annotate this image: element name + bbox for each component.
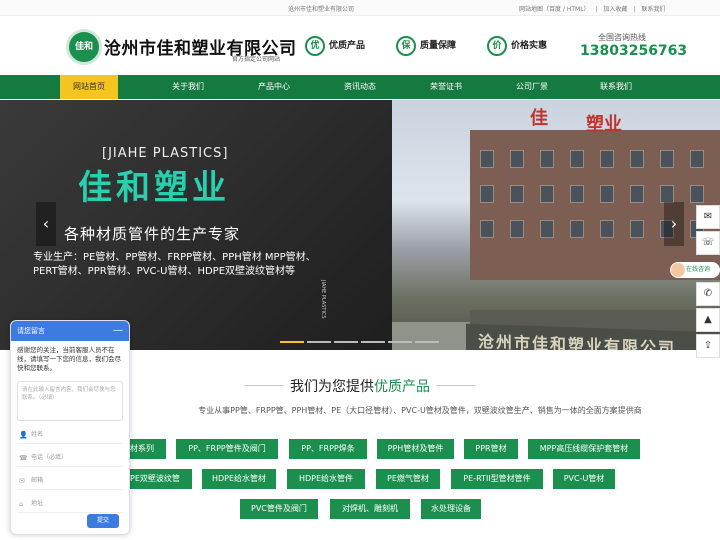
wechat-icon[interactable]: ☏: [696, 231, 720, 255]
top-divider: |: [595, 6, 598, 13]
product-tag[interactable]: HDPE给水管材: [202, 469, 276, 489]
product-tag[interactable]: 水处理设备: [421, 499, 481, 519]
submit-button[interactable]: 提交: [87, 514, 119, 528]
banner-desc: 专业生产：PE管材、PP管材、FRPP管材、PPH管材 MPP管材、PERT管材…: [33, 252, 316, 277]
banner-slogan: 各种材质管件的生产专家: [64, 225, 241, 243]
product-tag[interactable]: PPH管材及管件: [377, 439, 454, 459]
name-field[interactable]: 👤 姓名: [17, 426, 123, 444]
roof-sign-2: 塑业: [586, 114, 622, 135]
roof-sign-1: 佳: [530, 108, 548, 129]
banner-prev-button[interactable]: ‹: [36, 202, 56, 246]
product-tag[interactable]: PP、FRPP管件及阀门: [176, 439, 278, 459]
hotline-number: 13803256763: [580, 43, 688, 59]
sitemap-link[interactable]: 网站地图（百度 / HTML）: [519, 6, 590, 13]
avatar: [671, 263, 685, 277]
product-tag[interactable]: PE-RTII型管材管件: [451, 469, 543, 489]
user-icon: 👤: [19, 431, 28, 439]
phone-icon[interactable]: ✆: [696, 282, 720, 306]
top-bar: 沧州市佳和塑业有限公司 网站地图（百度 / HTML） | 加入收藏 | 联系我…: [0, 0, 720, 16]
logo-icon[interactable]: 佳和: [66, 29, 102, 65]
phone-placeholder: 电话（必填）: [31, 454, 68, 461]
banner-dot[interactable]: [334, 341, 358, 343]
name-placeholder: 姓名: [31, 431, 44, 438]
banner-dot[interactable]: [280, 341, 304, 343]
company-tagline: 官方指定公司网站: [232, 56, 281, 63]
banner-dot[interactable]: [307, 341, 331, 343]
product-tag[interactable]: PVC-U管材: [553, 469, 615, 489]
top-links: 网站地图（百度 / HTML） | 加入收藏 | 联系我们: [519, 4, 669, 13]
mail-icon: ✉: [19, 477, 25, 485]
product-tag[interactable]: HDPE给水管件: [287, 469, 365, 489]
phone-field[interactable]: ☎ 电话（必填）: [17, 449, 123, 467]
top-site-name: 沧州市佳和塑业有限公司: [288, 6, 355, 13]
phone-icon: ☎: [19, 454, 28, 462]
minimize-icon[interactable]: —: [113, 321, 123, 341]
message-textarea[interactable]: 请在此输入留言内容，我们会尽快与您联系。（必填）: [17, 381, 123, 421]
hotline-label: 全国咨询热线: [598, 33, 646, 42]
home-icon: ⌂: [19, 500, 24, 508]
product-tag[interactable]: PE燃气管材: [376, 469, 440, 489]
banner-vertical-text: JIAHE PLASTICS: [320, 280, 326, 319]
side-float-bar: ✉ ☏: [696, 205, 720, 257]
feature-label: 优质产品: [329, 41, 366, 51]
shield-icon: 保: [396, 36, 416, 56]
banner-dot[interactable]: [415, 341, 439, 343]
product-tag[interactable]: PPR管材: [464, 439, 518, 459]
site-header: 佳和 沧州市佳和塑业有限公司 官方指定公司网站 优 优质产品 保 质量保障 价 …: [0, 16, 720, 74]
message-widget-header[interactable]: 请您留言 —: [11, 321, 129, 341]
share-icon[interactable]: ⇪: [696, 334, 720, 358]
nav-item-products[interactable]: 产品中心: [245, 75, 303, 99]
quality-icon: 优: [305, 36, 325, 56]
section-title-prefix: 我们为您提供: [290, 379, 374, 395]
message-widget-title: 请您留言: [17, 327, 45, 335]
nav-item-contact[interactable]: 联系我们: [587, 75, 645, 99]
banner-dot[interactable]: [361, 341, 385, 343]
online-consult-label: 在线咨询: [686, 266, 711, 273]
add-favorite-link[interactable]: 加入收藏: [603, 6, 627, 13]
section-title-highlight: 优质产品: [374, 379, 430, 395]
address-field[interactable]: ⌂ 地址: [17, 495, 123, 513]
nav-item-honors[interactable]: 荣誉证书: [417, 75, 475, 99]
title-line-right: [436, 385, 476, 386]
product-tag[interactable]: 对焊机、雕刻机: [330, 499, 410, 519]
product-tag[interactable]: PP、FRPP焊条: [289, 439, 367, 459]
address-placeholder: 地址: [31, 500, 44, 507]
banner-dot[interactable]: [388, 341, 412, 343]
nav-item-news[interactable]: 资讯动态: [331, 75, 389, 99]
banner-eng-title: [JIAHE PLASTICS]: [102, 146, 229, 161]
message-widget-notice: 感谢您的关注，当前客服人员不在线，请填写一下您的信息，我们会尽快和您联系。: [17, 346, 121, 372]
contact-link[interactable]: 联系我们: [641, 6, 665, 13]
nav-item-factory[interactable]: 公司厂景: [503, 75, 561, 99]
qq-icon[interactable]: ✉: [696, 205, 720, 229]
price-icon: 价: [487, 36, 507, 56]
feature-label: 质量保障: [420, 41, 457, 51]
hero-banner[interactable]: 佳 塑业 沧州市佳和塑业有限公司 [JIAHE PLASTICS] 佳和塑业 各…: [0, 100, 720, 350]
main-nav: 网站首页 关于我们 产品中心 资讯动态 荣誉证书 公司厂景 联系我们: [0, 75, 720, 99]
side-float-bar-2: ✆ ▲ ⇪: [696, 282, 720, 360]
nav-item-home[interactable]: 网站首页: [60, 75, 118, 99]
product-tag[interactable]: MPP高压线缆保护套管材: [528, 439, 640, 459]
banner-next-button[interactable]: ›: [664, 202, 684, 246]
email-field[interactable]: ✉ 邮箱: [17, 472, 123, 490]
email-placeholder: 邮箱: [31, 477, 44, 484]
message-widget: 请您留言 — 感谢您的关注，当前客服人员不在线，请填写一下您的信息，我们会尽快和…: [10, 320, 130, 535]
product-tag[interactable]: PVC管件及阀门: [240, 499, 318, 519]
banner-cn-title: 佳和塑业: [78, 168, 230, 208]
feature-label: 价格实惠: [511, 41, 548, 51]
nav-item-about[interactable]: 关于我们: [159, 75, 217, 99]
online-consult-button[interactable]: 在线咨询: [670, 262, 720, 278]
top-divider: |: [633, 6, 636, 13]
banner-pagination: [280, 328, 442, 347]
back-to-top-icon[interactable]: ▲: [696, 308, 720, 332]
